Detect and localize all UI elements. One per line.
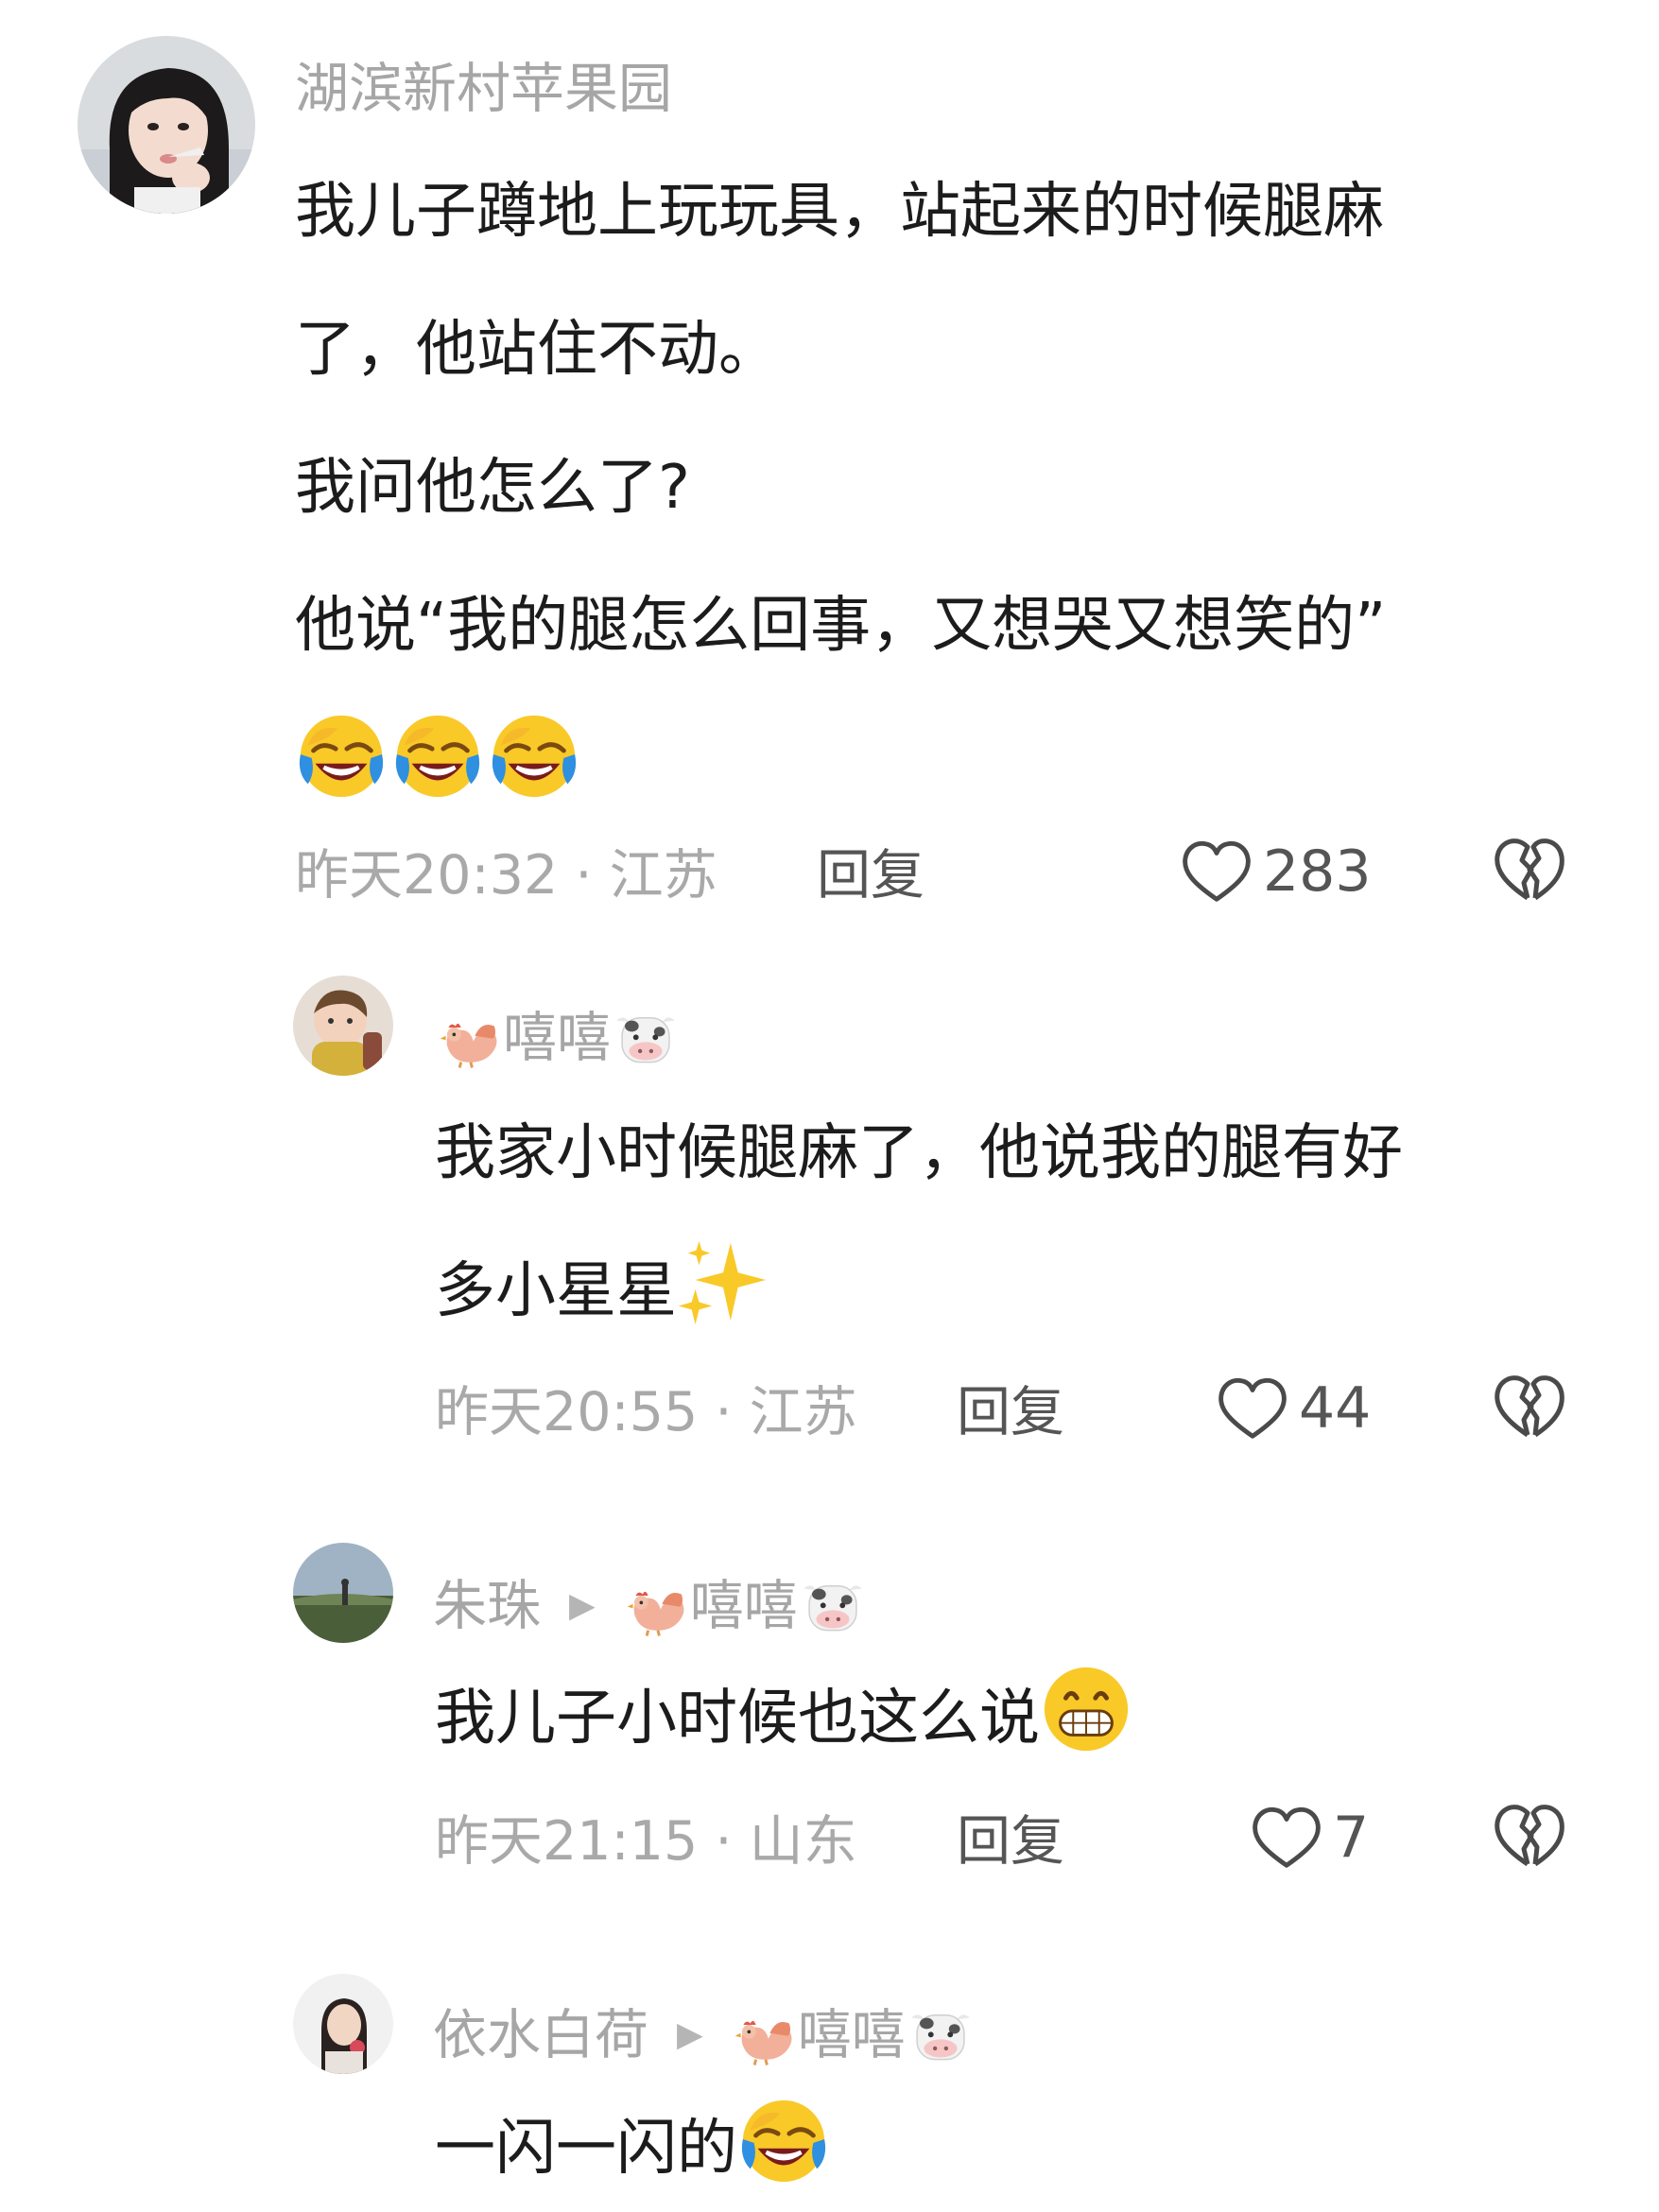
rooster-icon <box>433 1007 503 1069</box>
grin-emoji-icon <box>1040 1663 1132 1755</box>
like-button[interactable]: 44 <box>1216 1374 1371 1443</box>
broken-heart-icon <box>1492 1800 1567 1872</box>
dislike-button[interactable] <box>1492 834 1567 906</box>
heart-icon <box>1250 1804 1323 1872</box>
laugh-cry-emoji-icon <box>391 708 484 801</box>
comment-line: 我儿子小时候也这么说 <box>435 1650 1136 1788</box>
comment-line: 了，他站住不动。 <box>295 315 779 385</box>
reply-arrow-icon: ▶ <box>677 2015 703 2054</box>
comment-line: 多小星星 <box>435 1222 1403 1360</box>
reply-to-nickname[interactable]: 嘻嘻 <box>620 1575 868 1637</box>
dislike-button[interactable] <box>1492 1800 1567 1872</box>
avatar[interactable] <box>78 36 255 214</box>
avatar[interactable] <box>293 1543 393 1643</box>
emoji-row <box>295 695 1386 833</box>
like-count: 44 <box>1299 1375 1372 1442</box>
comment-time-location: 昨天20:32 · 江苏 <box>295 844 717 907</box>
reply-to-nickname[interactable]: 嘻嘻 <box>728 2004 976 2066</box>
comment-line: 我问他怎么了? <box>295 453 690 523</box>
reply-button[interactable]: 回复 <box>957 1386 1064 1440</box>
comment-line: 我儿子蹲地上玩玩具，站起来的时候腿麻 <box>295 177 1384 247</box>
cow-face-icon <box>611 1007 681 1069</box>
broken-heart-icon <box>1492 834 1567 906</box>
heart-icon <box>1216 1374 1289 1443</box>
like-count: 7 <box>1333 1805 1370 1871</box>
reply-button[interactable]: 回复 <box>957 1815 1064 1869</box>
comment-time-location: 昨天21:15 · 山东 <box>435 1810 857 1873</box>
like-button[interactable]: 7 <box>1250 1804 1369 1872</box>
comment-username[interactable]: 湖滨新村苹果园 <box>295 62 672 116</box>
comment-line: 他说“我的腿怎么回事，又想哭又想笑的” <box>295 591 1387 661</box>
comment-body: 我家小时候腿麻了，他说我的腿有好 多小星星 <box>435 1084 1403 1360</box>
avatar[interactable] <box>293 976 393 1076</box>
rooster-icon <box>728 2004 798 2066</box>
reply-username[interactable]: 嘻嘻 <box>433 1007 681 1069</box>
heart-icon <box>1180 838 1253 906</box>
avatar[interactable] <box>293 1974 393 2074</box>
sparkles-emoji-icon <box>677 1236 769 1328</box>
reply-arrow-icon: ▶ <box>569 1586 596 1625</box>
comment-line: 我家小时候腿麻了，他说我的腿有好 <box>435 1118 1403 1188</box>
nickname: 嘻嘻 <box>433 1007 681 1069</box>
comment-line: 一闪一闪的 <box>435 2080 834 2212</box>
like-button[interactable]: 283 <box>1180 838 1372 906</box>
reply-username[interactable]: 朱珠 ▶ 嘻嘻 <box>433 1575 868 1637</box>
cow-face-icon <box>906 2004 976 2066</box>
rooster-icon <box>620 1575 690 1637</box>
comment-time-location: 昨天20:55 · 江苏 <box>435 1381 857 1443</box>
comment-body: 我儿子小时候也这么说 <box>435 1650 1136 1788</box>
reply-username[interactable]: 依水白荷 ▶ 嘻嘻 <box>433 2004 976 2066</box>
comment-body: 我儿子蹲地上玩玩具，站起来的时候腿麻 了，他站住不动。 我问他怎么了? 他说“我… <box>295 143 1386 833</box>
reply-button[interactable]: 回复 <box>817 849 925 903</box>
laugh-cry-emoji-icon <box>295 708 388 801</box>
cow-face-icon <box>798 1575 868 1637</box>
laugh-cry-emoji-icon <box>737 2093 830 2186</box>
like-count: 283 <box>1263 838 1372 905</box>
laugh-cry-emoji-icon <box>488 708 580 801</box>
broken-heart-icon <box>1492 1371 1567 1443</box>
dislike-button[interactable] <box>1492 1371 1567 1443</box>
comment-body: 一闪一闪的 <box>435 2080 834 2212</box>
